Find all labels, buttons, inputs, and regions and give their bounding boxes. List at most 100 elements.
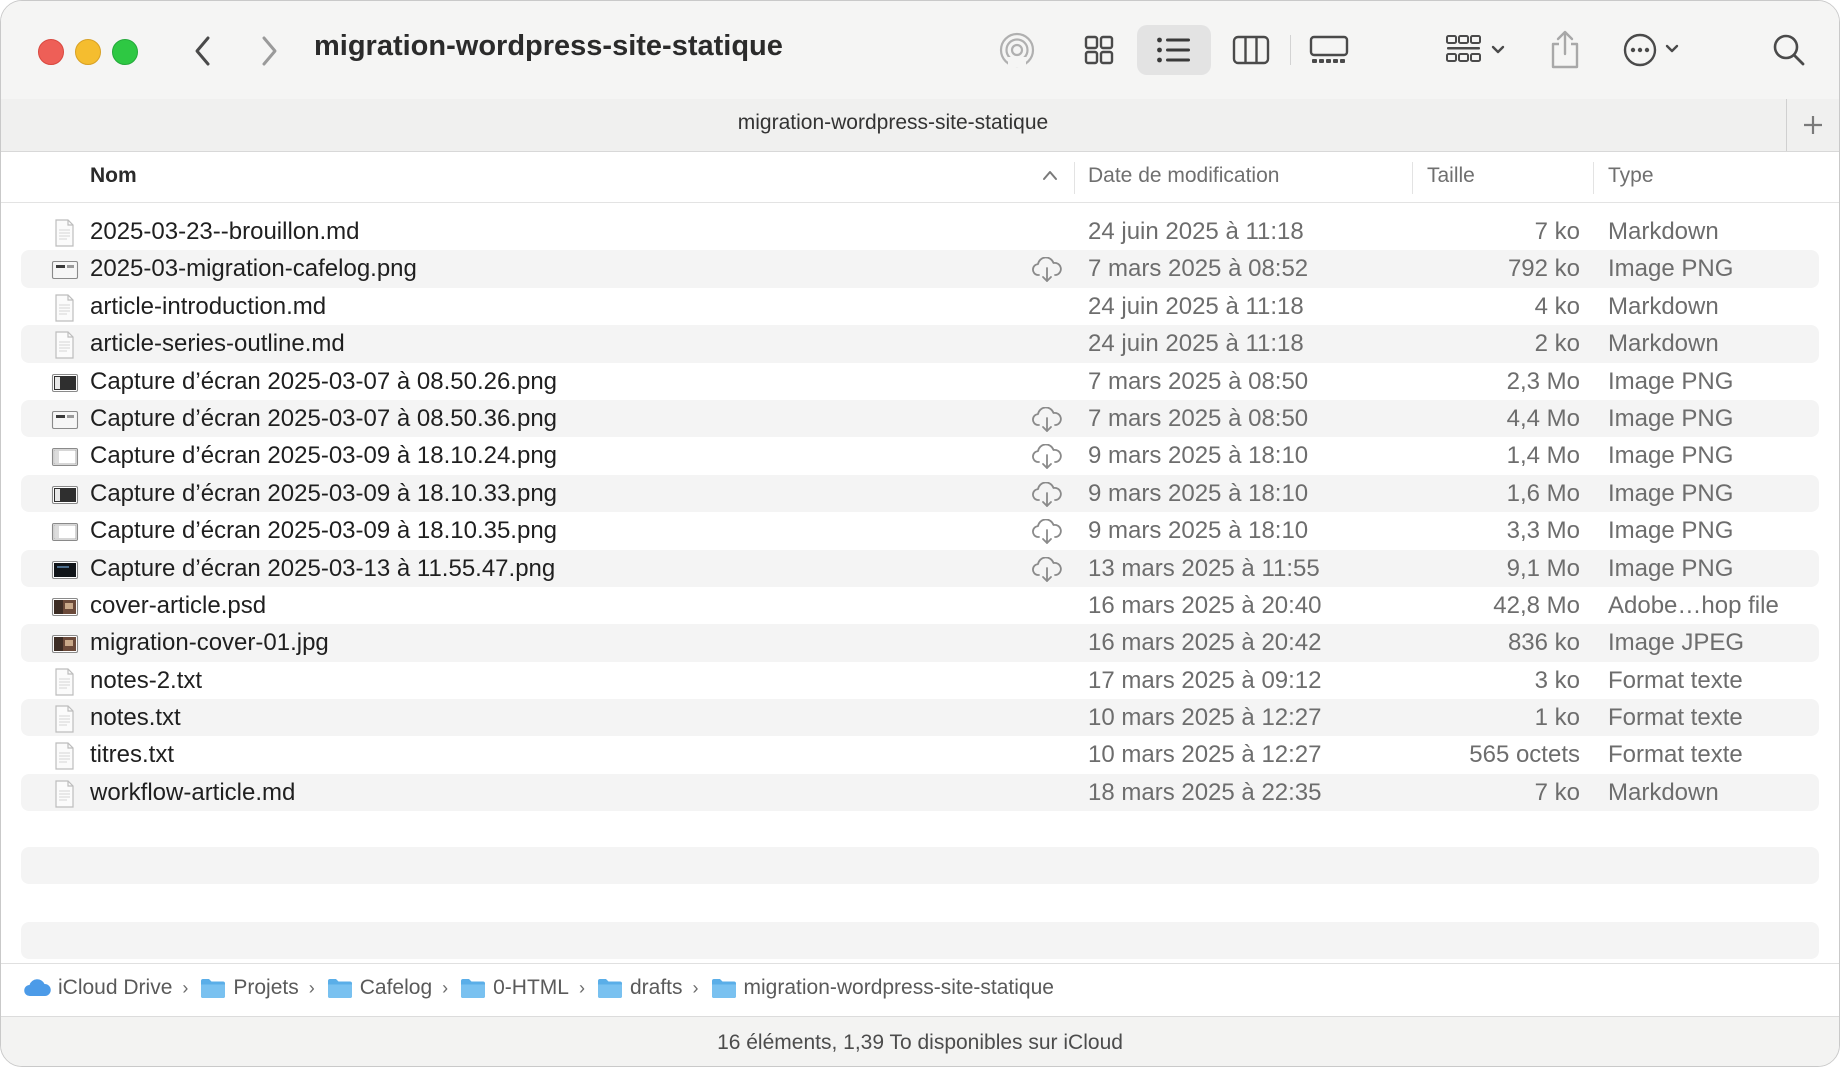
file-type: Image PNG (1608, 554, 1734, 582)
file-name[interactable]: notes-2.txt (90, 667, 202, 695)
file-type: Image PNG (1608, 255, 1734, 283)
breadcrumb-item[interactable]: iCloud Drive (23, 976, 172, 1000)
file-name[interactable]: article-introduction.md (90, 293, 326, 321)
file-row[interactable]: Capture d’écran 2025-03-07 à 08.50.26.pn… (1, 363, 1839, 400)
cloud-download-icon[interactable] (1031, 556, 1063, 588)
breadcrumb-item[interactable]: Cafelog (327, 976, 432, 1000)
file-size: 3,3 Mo (1506, 517, 1580, 545)
document-icon (51, 331, 79, 359)
breadcrumb-item[interactable]: Projets (200, 976, 299, 1000)
breadcrumb-chevron-icon: › (182, 977, 189, 998)
list-view-icon (1157, 37, 1190, 63)
file-type: Image PNG (1608, 367, 1734, 395)
document-icon (51, 705, 79, 733)
file-name[interactable]: Capture d’écran 2025-03-09 à 18.10.35.pn… (90, 517, 557, 545)
cloud-download-icon[interactable] (1031, 481, 1063, 513)
column-size-header[interactable]: Taille (1427, 164, 1475, 188)
file-size: 565 octets (1469, 741, 1580, 769)
folder-icon (597, 977, 623, 999)
file-name[interactable]: Capture d’écran 2025-03-07 à 08.50.26.pn… (90, 368, 557, 396)
forward-button[interactable] (247, 29, 291, 73)
more-actions-button[interactable] (1619, 25, 1691, 75)
cloud-download-icon[interactable] (1031, 256, 1063, 288)
file-name[interactable]: Capture d’écran 2025-03-07 à 08.50.36.pn… (90, 405, 557, 433)
breadcrumb-label: iCloud Drive (58, 976, 173, 999)
file-date: 10 mars 2025 à 12:27 (1088, 704, 1322, 732)
file-size: 792 ko (1507, 255, 1580, 283)
new-tab-button[interactable] (1786, 99, 1839, 151)
file-name[interactable]: workflow-article.md (90, 779, 295, 807)
file-row[interactable]: Capture d’écran 2025-03-09 à 18.10.24.pn… (1, 437, 1839, 474)
file-name[interactable]: migration-cover-01.jpg (90, 629, 329, 657)
file-name[interactable]: 2025-03-23--brouillon.md (90, 218, 359, 246)
column-divider[interactable] (1412, 162, 1413, 194)
column-view-icon (1232, 35, 1270, 65)
file-row[interactable]: Capture d’écran 2025-03-13 à 11.55.47.pn… (1, 549, 1839, 588)
file-name[interactable]: article-series-outline.md (90, 330, 345, 358)
breadcrumb-chevron-icon: › (308, 977, 315, 998)
column-name-header[interactable]: Nom (90, 164, 137, 188)
list-view-button[interactable] (1137, 25, 1211, 75)
photo-file-icon (51, 630, 79, 656)
close-button[interactable] (38, 39, 64, 65)
back-button[interactable] (181, 29, 225, 73)
file-row[interactable]: article-series-outline.md 24 juin 2025 à … (1, 325, 1839, 363)
file-type: Markdown (1608, 330, 1719, 358)
search-button[interactable] (1767, 25, 1811, 75)
file-row[interactable]: Capture d’écran 2025-03-09 à 18.10.33.pn… (1, 474, 1839, 513)
cloud-download-icon[interactable] (1031, 518, 1063, 550)
column-view-button[interactable] (1227, 25, 1275, 75)
tab-current[interactable]: migration-wordpress-site-statique (1, 111, 1785, 135)
file-row[interactable]: titres.txt 10 mars 2025 à 12:27 565 octets… (1, 736, 1839, 773)
document-icon (51, 294, 79, 322)
file-row[interactable]: migration-cover-01.jpg 16 mars 2025 à 20:… (1, 624, 1839, 663)
breadcrumb-item[interactable]: migration-wordpress-site-statique (711, 976, 1054, 1000)
file-row[interactable]: 2025-03-23--brouillon.md 24 juin 2025 à 1… (1, 213, 1839, 250)
gallery-view-button[interactable] (1303, 25, 1355, 75)
folder-icon (711, 977, 737, 999)
status-bar: 16 éléments, 1,39 To disponibles sur iCl… (1, 1016, 1839, 1066)
file-size: 7 ko (1534, 778, 1580, 806)
file-row[interactable]: notes-2.txt 17 mars 2025 à 09:12 3 ko Forma… (1, 662, 1839, 699)
group-button[interactable] (1439, 25, 1513, 75)
file-row[interactable]: notes.txt 10 mars 2025 à 12:27 1 ko Format … (1, 699, 1839, 737)
file-name[interactable]: cover-article.psd (90, 592, 266, 620)
file-name[interactable]: Capture d’écran 2025-03-09 à 18.10.33.pn… (90, 480, 557, 508)
cloud-download-icon[interactable] (1031, 406, 1063, 438)
file-name[interactable]: Capture d’écran 2025-03-09 à 18.10.24.pn… (90, 442, 557, 470)
file-row[interactable]: Capture d’écran 2025-03-09 à 18.10.35.pn… (1, 512, 1839, 549)
minimize-button[interactable] (75, 39, 101, 65)
file-date: 9 mars 2025 à 18:10 (1088, 517, 1309, 545)
breadcrumb-item[interactable]: 0-HTML (460, 976, 569, 1000)
file-row[interactable]: Capture d’écran 2025-03-07 à 08.50.36.pn… (1, 399, 1839, 438)
file-size: 1,6 Mo (1506, 479, 1580, 507)
file-type: Markdown (1608, 778, 1719, 806)
image-file-icon (51, 556, 79, 582)
gallery-view-icon (1309, 35, 1349, 63)
breadcrumb-item[interactable]: drafts (597, 976, 683, 1000)
file-name[interactable]: Capture d’écran 2025-03-13 à 11.55.47.pn… (90, 555, 555, 583)
column-divider[interactable] (1593, 162, 1594, 194)
column-divider[interactable] (1074, 162, 1075, 194)
image-file-icon (51, 518, 79, 544)
file-name[interactable]: 2025-03-migration-cafelog.png (90, 255, 417, 283)
cloud-download-icon[interactable] (1031, 443, 1063, 475)
column-type-header[interactable]: Type (1608, 164, 1654, 188)
file-row[interactable]: 2025-03-migration-cafelog.png 7 mars 2025… (1, 250, 1839, 289)
file-type: Format texte (1608, 704, 1743, 732)
maximize-button[interactable] (112, 39, 138, 65)
file-type: Image PNG (1608, 479, 1734, 507)
airdrop-button[interactable] (993, 25, 1041, 75)
file-name[interactable]: titres.txt (90, 741, 174, 769)
file-row[interactable]: cover-article.psd 16 mars 2025 à 20:40 42,… (1, 587, 1839, 624)
share-button[interactable] (1541, 25, 1589, 75)
finder-window: migration-wordpress-site-statique migrat… (0, 0, 1840, 1067)
file-name[interactable]: notes.txt (90, 704, 181, 732)
share-icon (1551, 30, 1579, 69)
icon-view-button[interactable] (1075, 25, 1123, 75)
image-file-icon (51, 369, 79, 395)
file-row[interactable]: workflow-article.md 18 mars 2025 à 22:35 7… (1, 773, 1839, 812)
file-type: Format texte (1608, 666, 1743, 694)
column-date-header[interactable]: Date de modification (1088, 164, 1279, 188)
file-row[interactable]: article-introduction.md 24 juin 2025 à 11… (1, 288, 1839, 325)
